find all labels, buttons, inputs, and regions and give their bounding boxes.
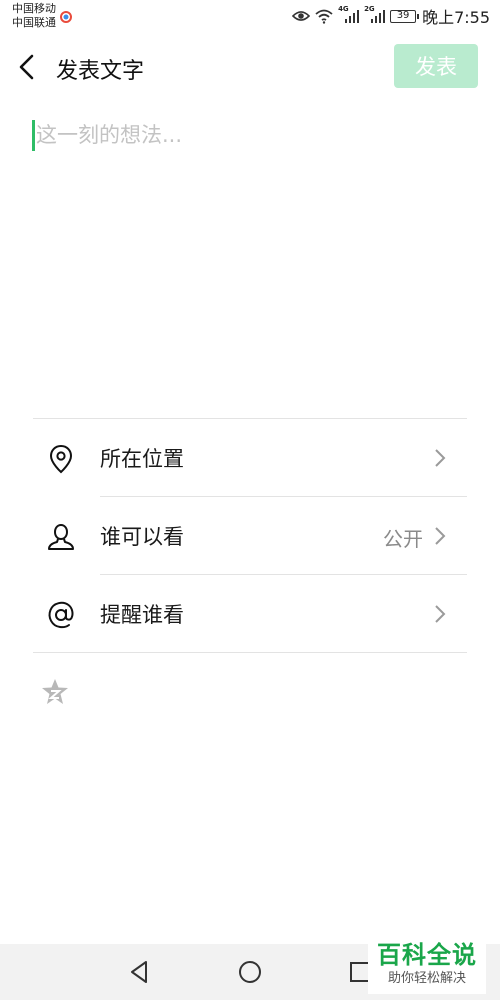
carrier-names: 中国移动 中国联通	[12, 2, 56, 30]
location-pin-icon	[49, 444, 73, 474]
battery-indicator: 39	[390, 9, 420, 23]
at-sign-icon	[48, 601, 74, 629]
page-title: 发表文字	[56, 59, 145, 84]
option-location[interactable]: 所在位置	[33, 419, 467, 497]
divider	[33, 652, 467, 653]
eye-icon	[292, 11, 311, 21]
wifi-icon	[315, 9, 333, 24]
publish-button[interactable]: 发表	[394, 44, 478, 88]
option-visibility-value: 公开	[383, 527, 423, 551]
signal-2: 2G	[364, 5, 386, 24]
option-mention[interactable]: 提醒谁看	[33, 575, 467, 653]
option-visibility-label: 谁可以看	[100, 525, 184, 549]
watermark-logo: 百科全说 助你轻松解决	[368, 940, 486, 994]
option-visibility[interactable]: 谁可以看 公开	[33, 497, 467, 575]
watermark-main-text: 百科全说	[377, 941, 477, 969]
post-text-input[interactable]	[36, 118, 466, 378]
signal-bars-icon	[345, 10, 360, 23]
option-mention-label: 提醒谁看	[100, 603, 184, 627]
signal-bars-icon	[371, 10, 386, 23]
back-triangle-icon[interactable]	[126, 958, 154, 986]
compose-area	[32, 118, 468, 388]
watermark-sub-text: 助你轻松解决	[387, 971, 466, 986]
clock: 晚上7:55	[422, 8, 490, 27]
person-icon	[48, 523, 74, 550]
emoji-face-icon[interactable]	[40, 677, 70, 707]
carrier-1-label: 中国移动	[12, 2, 56, 15]
text-cursor	[32, 120, 35, 151]
chevron-right-icon	[435, 527, 446, 545]
signal-1: 4G	[338, 5, 360, 24]
chevron-right-icon	[435, 449, 446, 467]
carrier-logo-icon	[60, 11, 72, 23]
back-arrow-icon[interactable]	[14, 52, 42, 82]
chevron-right-icon	[435, 605, 446, 623]
home-circle-icon[interactable]	[236, 958, 264, 986]
status-icons: 4G 2G 39 晚上7:55	[292, 5, 490, 27]
status-bar: 中国移动 中国联通 4G 2G 39 晚上7:55	[0, 0, 500, 34]
header: 发表文字 发表	[0, 34, 500, 100]
carrier-2-label: 中国联通	[12, 16, 56, 29]
option-location-label: 所在位置	[100, 447, 184, 471]
